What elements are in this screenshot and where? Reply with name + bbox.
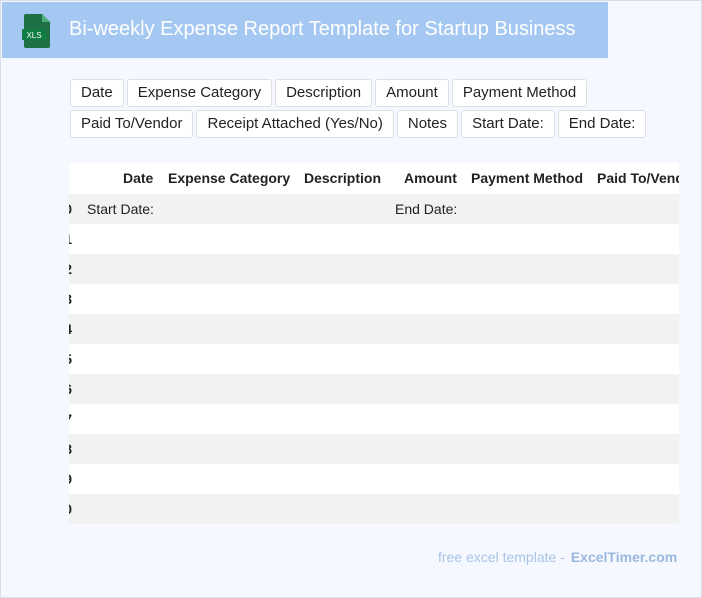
- footer-credit: free excel template - ExcelTimer.com: [438, 549, 677, 565]
- start-date-cell[interactable]: Start Date:: [87, 194, 154, 224]
- chip-end-date[interactable]: End Date:: [557, 110, 647, 138]
- end-date-cell[interactable]: End Date:: [395, 194, 457, 224]
- table-row[interactable]: 0: [69, 494, 679, 524]
- table-row[interactable]: 8: [69, 434, 679, 464]
- row-number: 8: [69, 434, 72, 464]
- table-row[interactable]: 9: [69, 464, 679, 494]
- chip-expense-category[interactable]: Expense Category: [126, 79, 273, 107]
- table-row[interactable]: 3: [69, 284, 679, 314]
- col-header-amount: Amount: [404, 170, 457, 186]
- col-header-expense-category: Expense Category: [168, 170, 291, 186]
- row-number: 1: [69, 224, 72, 254]
- col-header-paid-to-vendor: Paid To/Vendor: [597, 170, 679, 186]
- chip-payment-method[interactable]: Payment Method: [451, 79, 588, 107]
- chip-notes[interactable]: Notes: [396, 110, 459, 138]
- row-number: 2: [69, 254, 72, 284]
- chip-date[interactable]: Date: [70, 79, 124, 107]
- chip-receipt-attached[interactable]: Receipt Attached (Yes/No): [196, 110, 394, 138]
- xls-file-icon: XLS: [22, 14, 50, 48]
- col-header-description: Description: [304, 170, 382, 186]
- footer-text: free excel template -: [438, 549, 565, 565]
- row-number: 0: [69, 194, 72, 224]
- table-row[interactable]: 1: [69, 224, 679, 254]
- row-number: 9: [69, 464, 72, 494]
- table-row: 0 Start Date: End Date:: [69, 194, 679, 224]
- footer-brand-link[interactable]: ExcelTimer.com: [571, 549, 677, 565]
- row-number: 0: [69, 494, 72, 524]
- row-number: 7: [69, 404, 72, 434]
- table-row[interactable]: 6: [69, 374, 679, 404]
- row-number: 6: [69, 374, 72, 404]
- page-title: Bi-weekly Expense Report Template for St…: [69, 18, 576, 40]
- xls-icon-label: XLS: [26, 31, 41, 40]
- column-chips: Date Expense Category Description Amount…: [70, 79, 650, 138]
- chip-amount[interactable]: Amount: [375, 79, 449, 107]
- chip-paid-to-vendor[interactable]: Paid To/Vendor: [70, 110, 194, 138]
- chip-start-date[interactable]: Start Date:: [461, 110, 555, 138]
- page-frame: XLS Bi-weekly Expense Report Template fo…: [0, 0, 702, 598]
- header-row: Date Expense Category Description Amount…: [69, 163, 679, 193]
- table-row[interactable]: 4: [69, 314, 679, 344]
- col-header-date: Date: [123, 170, 154, 186]
- table-row[interactable]: 7: [69, 404, 679, 434]
- table-row[interactable]: 5: [69, 344, 679, 374]
- row-number: 4: [69, 314, 72, 344]
- row-number: 5: [69, 344, 72, 374]
- col-header-payment-method: Payment Method: [471, 170, 584, 186]
- row-number: 3: [69, 284, 72, 314]
- title-bar: XLS Bi-weekly Expense Report Template fo…: [2, 2, 608, 58]
- spreadsheet-preview: Date Expense Category Description Amount…: [69, 163, 679, 524]
- chip-description[interactable]: Description: [275, 79, 373, 107]
- table-row[interactable]: 2: [69, 254, 679, 284]
